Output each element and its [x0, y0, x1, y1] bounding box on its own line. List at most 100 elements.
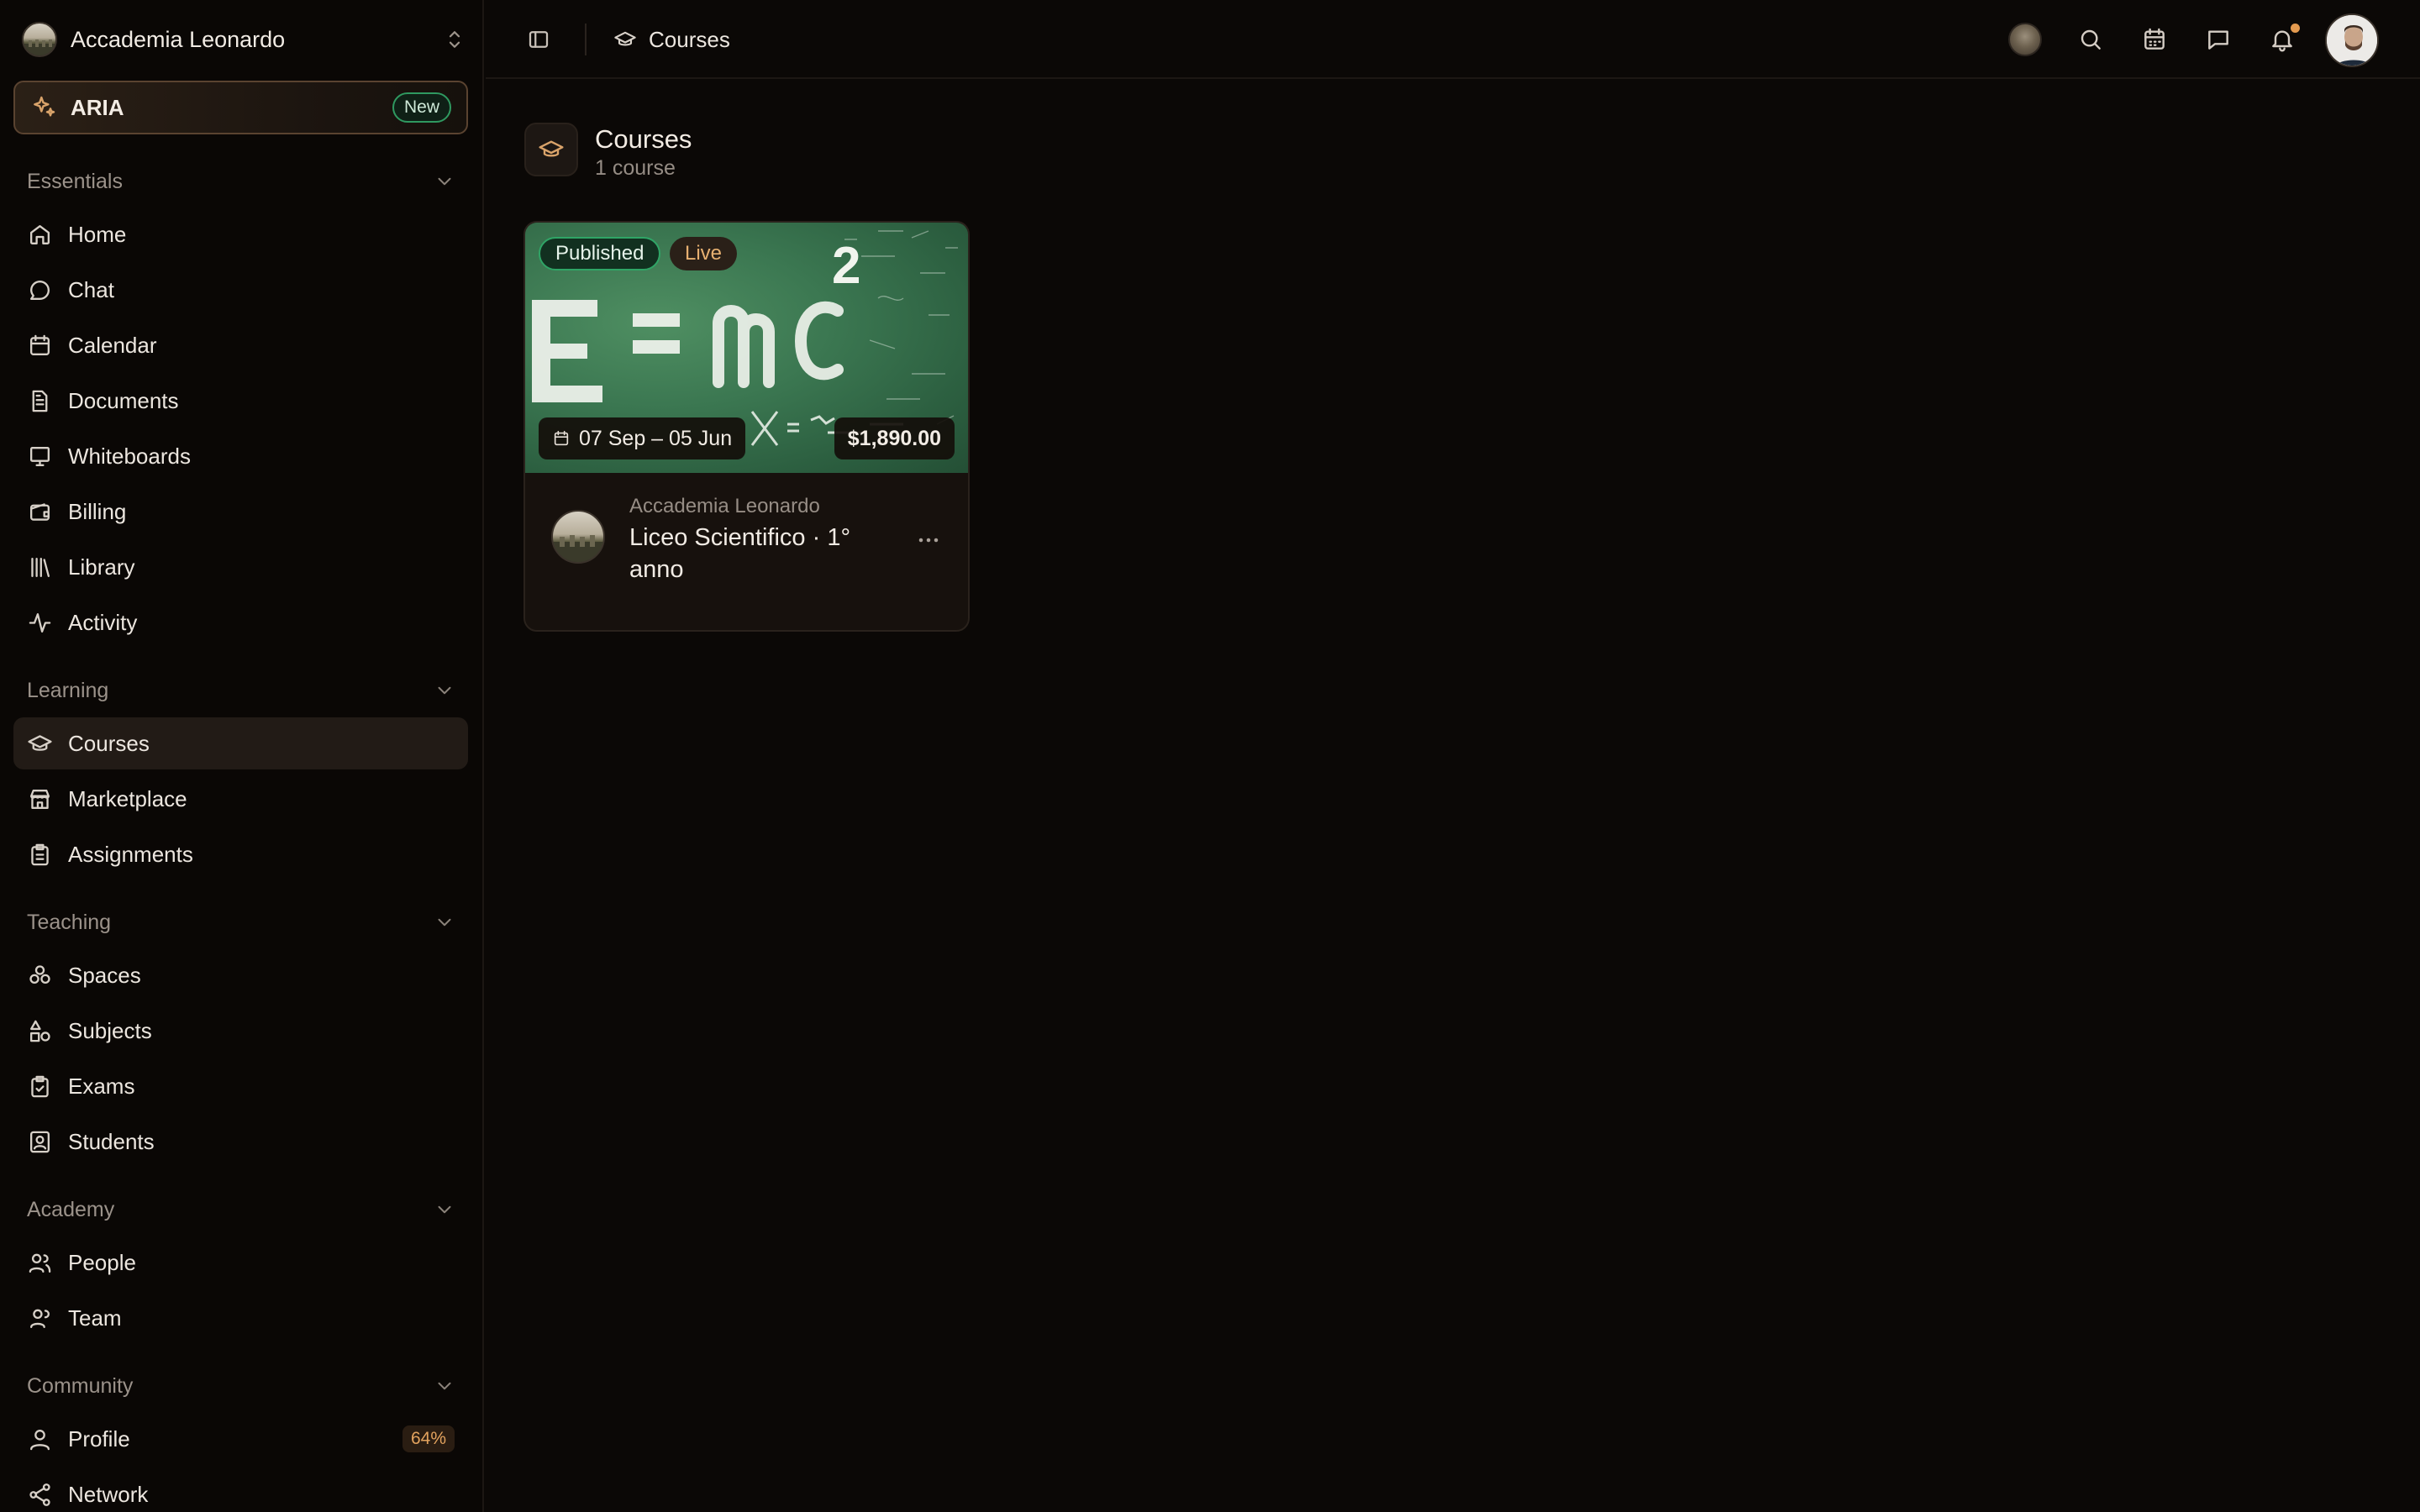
shapes-icon [27, 1018, 53, 1044]
graduation-cap-icon [524, 123, 578, 176]
sidebar-item-label: Subjects [68, 1017, 152, 1043]
sidebar-item-library[interactable]: Library [13, 541, 468, 593]
sidebar-item-team[interactable]: Team [13, 1292, 468, 1344]
chevron-down-icon [434, 680, 455, 701]
sidebar-item-label: Documents [68, 387, 179, 413]
document-icon [27, 388, 53, 414]
org-avatar [551, 510, 605, 564]
activity-icon [27, 610, 53, 636]
org-switcher[interactable]: Accademia Leonardo [22, 21, 467, 58]
library-icon [27, 554, 53, 580]
section-academy[interactable]: Academy [27, 1193, 455, 1226]
page-subtitle: 1 course [595, 156, 676, 180]
sidebar-item-profile[interactable]: Profile 64% [13, 1413, 468, 1465]
sidebar-item-network[interactable]: Network [13, 1468, 468, 1512]
search-icon[interactable] [2077, 26, 2104, 53]
message-icon[interactable] [2205, 26, 2232, 53]
sidebar-item-label: Whiteboards [68, 443, 191, 469]
users-icon [27, 1250, 53, 1276]
sidebar-item-exams[interactable]: Exams [13, 1060, 468, 1112]
course-price: $1,890.00 [834, 417, 955, 459]
sidebar-item-label: Chat [68, 276, 114, 302]
owl-avatar[interactable] [2008, 23, 2042, 56]
sparkles-icon [30, 94, 57, 121]
date-range-text: 07 Sep – 05 Jun [579, 426, 733, 450]
sidebar-item-label: Profile [68, 1425, 130, 1452]
sidebar-item-assignments[interactable]: Assignments [13, 828, 468, 880]
sidebar-item-courses[interactable]: Courses [13, 717, 468, 769]
contact-card-icon [27, 1129, 53, 1155]
sidebar-item-label: Marketplace [68, 785, 187, 811]
sidebar-item-calendar[interactable]: Calendar [13, 319, 468, 371]
clipboard-icon [27, 842, 53, 868]
sidebar-item-documents[interactable]: Documents [13, 375, 468, 427]
page-title: Courses [595, 124, 692, 154]
new-badge: New [392, 92, 451, 123]
sidebar-item-students[interactable]: Students [13, 1116, 468, 1168]
sidebar-item-home[interactable]: Home [13, 208, 468, 260]
sidebar-item-label: Calendar [68, 332, 157, 358]
sidebar-item-label: Network [68, 1481, 149, 1507]
calendar-icon[interactable] [2141, 26, 2168, 53]
chat-bubble-icon [27, 277, 53, 303]
top-bar: Courses [486, 0, 2420, 79]
chevron-down-icon [434, 911, 455, 933]
clipboard-check-icon [27, 1074, 53, 1100]
divider [585, 24, 587, 55]
whiteboard-icon [27, 444, 53, 470]
breadcrumb[interactable]: Courses [613, 25, 730, 54]
aria-label: ARIA [71, 94, 124, 120]
calendar-icon [552, 429, 571, 448]
graduation-cap-icon [613, 28, 637, 51]
profile-completion-badge: 64% [402, 1425, 455, 1452]
graduation-cap-icon [27, 731, 53, 757]
chevron-down-icon [434, 171, 455, 192]
course-card-body: Accademia Leonardo Liceo Scientifico · 1… [525, 473, 968, 630]
chevron-up-down-icon [442, 27, 467, 52]
chevron-down-icon [434, 1375, 455, 1397]
wallet-icon [27, 499, 53, 525]
sidebar-item-label: Assignments [68, 841, 193, 867]
sidebar-item-chat[interactable]: Chat [13, 264, 468, 316]
published-badge: Published [539, 237, 661, 270]
sidebar-item-spaces[interactable]: Spaces [13, 949, 468, 1001]
sidebar-item-activity[interactable]: Activity [13, 596, 468, 648]
course-cover-image: 2 Published Live 07 Sep – 05 Jun $1,890.… [525, 223, 968, 473]
section-teaching[interactable]: Teaching [27, 906, 455, 939]
calendar-icon [27, 333, 53, 359]
sidebar-item-label: Activity [68, 609, 138, 635]
sidebar-item-people[interactable]: People [13, 1236, 468, 1289]
store-icon [27, 786, 53, 812]
sidebar-item-label: Courses [68, 730, 150, 756]
sidebar-item-subjects[interactable]: Subjects [13, 1005, 468, 1057]
chevron-down-icon [434, 1199, 455, 1221]
aria-button[interactable]: ARIA New [13, 81, 468, 134]
org-name: Accademia Leonardo [71, 26, 286, 52]
section-community[interactable]: Community [27, 1369, 455, 1403]
course-date-range: 07 Sep – 05 Jun [539, 417, 746, 459]
home-icon [27, 222, 53, 248]
section-learning[interactable]: Learning [27, 674, 455, 707]
sidebar: Accademia Leonardo ARIA New Essentials H… [0, 0, 484, 1512]
more-options-icon[interactable] [913, 525, 944, 555]
sidebar-item-label: Exams [68, 1073, 135, 1099]
sidebar-item-label: Students [68, 1128, 155, 1154]
share-network-icon [27, 1482, 53, 1508]
org-avatar [22, 22, 57, 57]
svg-text:2: 2 [832, 237, 860, 295]
sidebar-item-label: Library [68, 554, 135, 580]
user-avatar[interactable] [2325, 13, 2379, 67]
sidebar-item-label: Spaces [68, 962, 141, 988]
spaces-icon [27, 963, 53, 989]
sidebar-item-marketplace[interactable]: Marketplace [13, 773, 468, 825]
sidebar-toggle-icon[interactable] [526, 27, 551, 52]
course-card[interactable]: 2 Published Live 07 Sep – 05 Jun $1,890.… [523, 221, 970, 632]
section-label: Academy [27, 1197, 115, 1221]
sidebar-item-billing[interactable]: Billing [13, 486, 468, 538]
section-essentials[interactable]: Essentials [27, 165, 455, 198]
user-group-icon [27, 1305, 53, 1331]
sidebar-item-whiteboards[interactable]: Whiteboards [13, 430, 468, 482]
breadcrumb-current: Courses [649, 26, 730, 52]
user-icon [27, 1426, 53, 1452]
sidebar-item-label: Home [68, 221, 127, 247]
